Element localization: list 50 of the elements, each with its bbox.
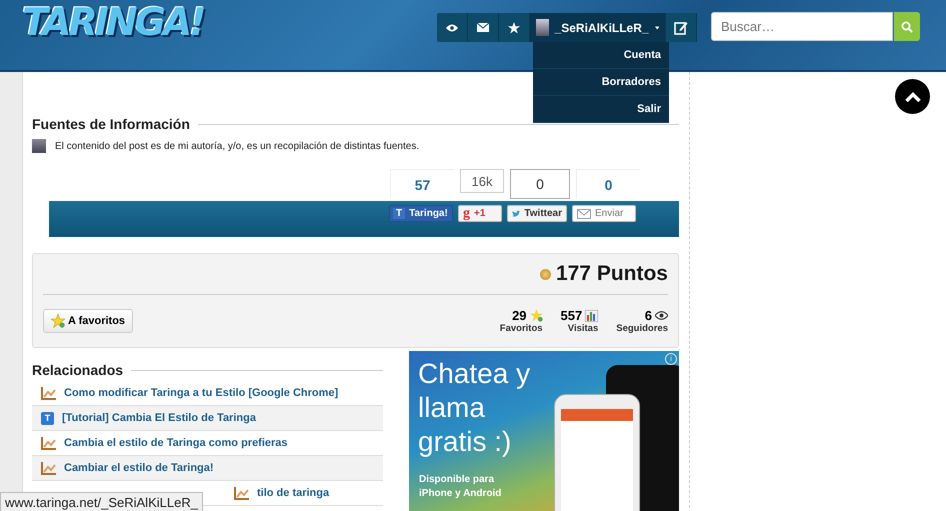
- ad-headline: Chatea y llama gratis :): [418, 357, 532, 459]
- share-count: 0: [510, 169, 570, 199]
- share-button[interactable]: Twittear: [507, 205, 567, 222]
- stat-value: 6: [644, 308, 652, 323]
- share-count: 16k: [460, 169, 504, 193]
- points-total: 177 Puntos: [556, 262, 668, 286]
- related-link[interactable]: Cambia el estilo de Taringa como prefieras: [64, 437, 288, 449]
- star-icon: [530, 309, 543, 322]
- share-count: 0: [576, 169, 640, 199]
- ad-footer-text: Disponible para iPhone y Android: [419, 473, 502, 501]
- scroll-top-button[interactable]: [895, 79, 930, 114]
- menu-item[interactable]: Salir: [533, 96, 669, 123]
- menu-item[interactable]: Cuenta: [533, 42, 669, 69]
- caret-icon: [654, 26, 659, 30]
- stat-label: Seguidores: [616, 323, 668, 334]
- share-button[interactable]: g +1: [458, 205, 502, 222]
- share-button[interactable]: Enviar: [572, 205, 636, 222]
- search-field[interactable]: Buscar…: [711, 12, 893, 41]
- chart-icon: [41, 436, 56, 450]
- avatar-icon: [32, 139, 46, 153]
- bar-chart-icon: [585, 310, 598, 322]
- related-link[interactable]: tilo de taringa: [257, 487, 330, 499]
- share-button[interactable]: T Taringa!: [389, 205, 453, 222]
- chevron-up-icon: [904, 92, 920, 102]
- stat-label: Favoritos: [500, 323, 543, 334]
- related-link[interactable]: [Tutorial] Cambia El Estilo de Taringa: [62, 412, 256, 424]
- share-count: 57: [390, 169, 454, 199]
- ad-banner[interactable]: Chatea y llama gratis :) i Disponible para iPhone y Android: [409, 351, 679, 511]
- related-link[interactable]: Como modificar Taringa a tu Estilo [Google Chrome]: [64, 387, 338, 399]
- favorite-button[interactable]: A favoritos: [43, 309, 134, 333]
- google-plus-icon: g: [463, 206, 470, 222]
- chart-icon: [41, 386, 56, 400]
- stat-label: Visitas: [566, 323, 598, 334]
- bird-icon: [512, 208, 520, 218]
- section-title: Relacionados: [32, 362, 124, 378]
- eye-icon: [655, 311, 668, 320]
- status-bar: www.taringa.net/_SeRiAlKiLLeR_: [0, 492, 203, 511]
- taringa-icon: T: [393, 208, 406, 219]
- stat-value: 29: [512, 308, 527, 323]
- stat-value: 557: [560, 308, 582, 323]
- section-title: Fuentes de Información: [32, 116, 190, 132]
- star-icon: [51, 314, 65, 328]
- user-menu-button[interactable]: _SeRiAlKiLLeR_: [530, 13, 666, 42]
- source-text: El contenido del post es de mi autoría, y/o, es un recopilación de distintas fuentes.: [55, 140, 420, 152]
- envelope-icon: [577, 208, 591, 218]
- chart-icon: [41, 462, 56, 474]
- coin-icon: [540, 268, 551, 280]
- chart-icon: [234, 486, 249, 500]
- taringa-icon: T: [41, 412, 54, 424]
- menu-item[interactable]: Borradores: [533, 69, 669, 96]
